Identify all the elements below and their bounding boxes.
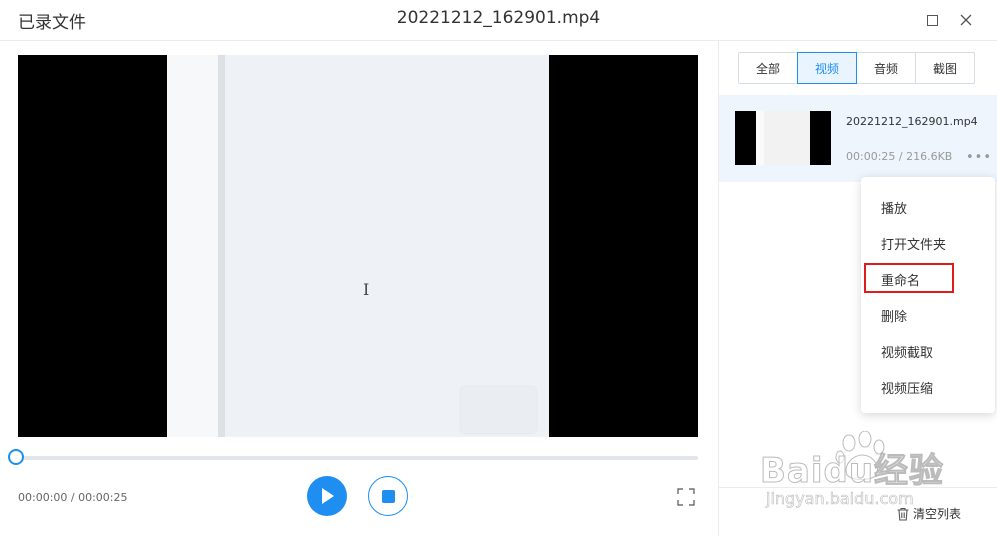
maximize-icon: [926, 14, 938, 26]
more-options-button[interactable]: •••: [966, 150, 992, 165]
video-content-divider: [218, 55, 225, 437]
footer-divider: [719, 487, 997, 488]
context-menu: 播放 打开文件夹 重命名 删除 视频截取 视频压缩: [861, 177, 995, 413]
tab-video[interactable]: 视频: [797, 52, 857, 84]
rename-highlight-box: [864, 263, 954, 293]
file-name: 20221212_162901.mp4: [846, 115, 978, 128]
time-readout: 00:00:00 / 00:00:25: [18, 491, 128, 504]
fullscreen-icon: [677, 488, 695, 506]
menu-item-video-compress[interactable]: 视频压缩: [881, 378, 933, 397]
tab-screenshot[interactable]: 截图: [915, 52, 975, 84]
stop-button[interactable]: [368, 476, 408, 516]
menu-item-video-trim[interactable]: 视频截取: [881, 342, 933, 361]
trash-icon: [897, 507, 909, 521]
tab-all[interactable]: 全部: [738, 52, 798, 84]
play-icon: [322, 488, 334, 504]
file-title: 20221212_162901.mp4: [396, 8, 601, 28]
progress-handle[interactable]: [8, 449, 24, 465]
close-icon: [960, 14, 972, 26]
video-player: I 00:00:00 / 00:00:25: [0, 41, 719, 536]
menu-item-open-folder[interactable]: 打开文件夹: [881, 234, 946, 253]
video-content-page: [225, 55, 549, 437]
filter-tabs: 全部 视频 音频 截图: [738, 52, 975, 84]
video-content-strip: [167, 55, 219, 437]
clear-list-label: 清空列表: [913, 507, 962, 521]
thumbnail-content: [756, 111, 810, 165]
video-frame[interactable]: I: [18, 55, 698, 437]
progress-bar[interactable]: [18, 456, 698, 460]
text-cursor-icon: I: [363, 280, 370, 299]
video-watermark-logo: [461, 387, 536, 433]
menu-item-delete[interactable]: 删除: [881, 306, 907, 325]
video-thumbnail: [735, 111, 831, 165]
play-button[interactable]: [307, 476, 347, 516]
stop-icon: [381, 489, 395, 503]
close-button[interactable]: [956, 10, 976, 30]
menu-item-play[interactable]: 播放: [881, 198, 907, 217]
thumbnail-edge: [756, 111, 764, 165]
maximize-button[interactable]: [922, 10, 942, 30]
fullscreen-button[interactable]: [677, 488, 695, 506]
clear-list-button[interactable]: 清空列表: [896, 505, 961, 522]
tab-audio[interactable]: 音频: [856, 52, 916, 84]
list-item[interactable]: 20221212_162901.mp4 00:00:25 / 216.6KB •…: [719, 95, 997, 182]
file-meta: 00:00:25 / 216.6KB: [846, 150, 953, 163]
title-bar: 已录文件 20221212_162901.mp4: [0, 0, 997, 41]
